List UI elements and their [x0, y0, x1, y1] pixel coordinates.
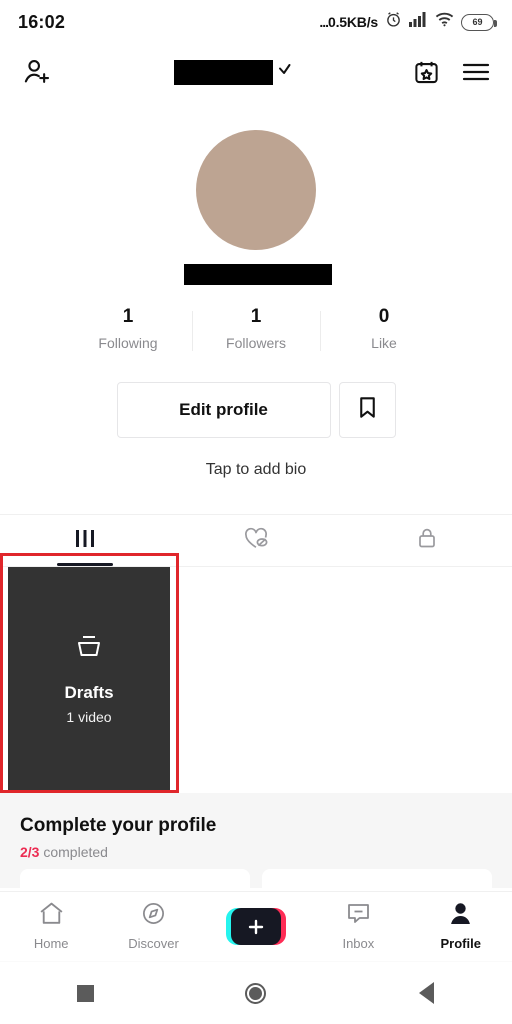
stat-likes-label: Like — [371, 335, 397, 351]
home-button[interactable] — [196, 982, 316, 1004]
person-icon — [447, 901, 474, 931]
drafts-tray-icon — [72, 631, 106, 668]
network-speed-value: 0.5KB/s — [328, 14, 378, 30]
stat-following-label: Following — [98, 335, 158, 351]
wifi-icon — [435, 12, 454, 32]
lock-icon — [416, 526, 438, 555]
create-core — [230, 908, 281, 945]
complete-profile-card[interactable] — [20, 869, 250, 891]
bio-placeholder[interactable]: Tap to add bio — [0, 458, 512, 482]
circle-icon — [245, 982, 267, 1004]
app-header — [0, 44, 512, 100]
signal-bars-icon — [409, 12, 428, 32]
complete-profile-word: completed — [43, 844, 108, 860]
back-button[interactable] — [367, 982, 487, 1004]
nav-item-discover[interactable]: Discover — [108, 901, 200, 952]
drafts-subtitle: 1 video — [66, 709, 112, 725]
avatar[interactable] — [196, 130, 316, 250]
nav-item-home[interactable]: Home — [5, 901, 97, 952]
nav-label-discover: Discover — [128, 936, 179, 951]
status-icons: ...0.5KB/s 69 — [319, 11, 497, 33]
stat-likes[interactable]: 0 Like — [320, 305, 448, 352]
edit-profile-button[interactable]: Edit profile — [116, 382, 331, 438]
chevron-down-icon[interactable] — [277, 62, 293, 83]
bookmark-icon — [355, 395, 380, 425]
square-icon — [76, 984, 94, 1002]
drafts-tile[interactable]: Drafts 1 video — [8, 567, 170, 791]
system-nav-bar — [0, 961, 512, 1024]
complete-profile-fraction: 2/3 — [20, 844, 40, 860]
username-redacted — [173, 59, 273, 85]
nav-label-home: Home — [33, 936, 69, 951]
nav-item-inbox[interactable]: Inbox — [312, 901, 404, 952]
battery-icon: 69 — [461, 13, 497, 31]
add-person-icon[interactable] — [22, 57, 53, 88]
status-dots: ... — [319, 14, 329, 30]
triangle-left-icon — [419, 982, 435, 1004]
status-time: 16:02 — [18, 11, 66, 32]
phone-screen: 16:02 ...0.5KB/s 69 1 Following 1 Follow… — [0, 0, 512, 1024]
home-icon — [38, 901, 65, 931]
network-speed: ...0.5KB/s — [319, 14, 378, 30]
bottom-nav: Home Discover Inbox Profile — [0, 891, 512, 961]
grid-icon — [73, 528, 97, 554]
nav-item-profile[interactable]: Profile — [415, 901, 507, 952]
alarm-clock-icon — [385, 11, 402, 33]
complete-profile-card[interactable] — [262, 869, 492, 891]
tab-posts[interactable] — [0, 515, 171, 566]
nav-label-profile: Profile — [440, 936, 481, 951]
nav-item-create[interactable] — [210, 908, 302, 945]
stat-followers-label: Followers — [226, 335, 286, 351]
tab-private[interactable] — [341, 515, 512, 566]
handle-redacted — [184, 264, 332, 285]
status-bar: 16:02 ...0.5KB/s 69 — [0, 0, 512, 44]
bookmark-button[interactable] — [338, 382, 396, 438]
stat-following-value: 1 — [122, 306, 134, 327]
profile-tabs — [0, 514, 512, 566]
nav-label-inbox: Inbox — [342, 936, 375, 951]
header-actions — [413, 59, 490, 86]
stat-followers-value: 1 — [250, 306, 262, 327]
create-plus-icon[interactable] — [225, 908, 286, 945]
recents-button[interactable] — [25, 984, 145, 1002]
compass-icon — [140, 901, 167, 931]
complete-profile-progress: 2/3 completed — [20, 843, 492, 862]
stat-followers[interactable]: 1 Followers — [192, 305, 320, 352]
calendar-star-icon[interactable] — [413, 59, 440, 86]
stat-following[interactable]: 1 Following — [64, 305, 192, 352]
posts-grid: Drafts 1 video — [0, 567, 512, 793]
hamburger-menu-icon[interactable] — [462, 61, 490, 83]
drafts-title: Drafts — [64, 683, 114, 702]
message-icon — [345, 901, 372, 931]
complete-profile-title: Complete your profile — [20, 815, 217, 836]
stat-likes-value: 0 — [378, 306, 390, 327]
tab-liked-private[interactable] — [171, 515, 342, 566]
profile-stats: 1 Following 1 Followers 0 Like — [0, 305, 512, 352]
profile-actions: Edit profile — [0, 382, 512, 438]
battery-level: 69 — [472, 17, 483, 27]
profile-name-header[interactable] — [173, 59, 293, 85]
complete-profile-cards — [0, 869, 512, 891]
heart-eye-slash-icon — [243, 526, 270, 555]
